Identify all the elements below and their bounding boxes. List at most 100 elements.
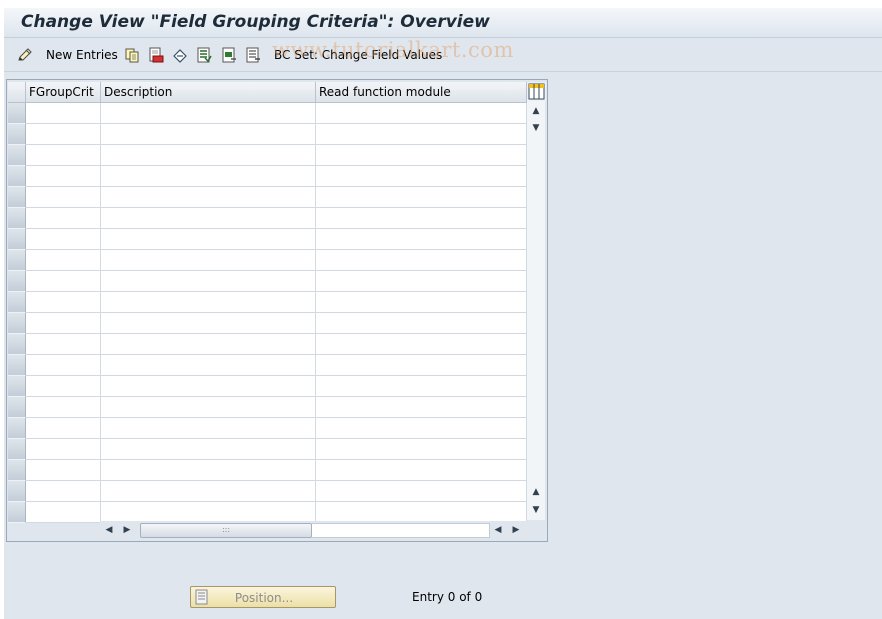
row-select-button[interactable] bbox=[8, 103, 26, 124]
table-cell[interactable] bbox=[26, 481, 101, 502]
table-cell[interactable] bbox=[316, 481, 527, 502]
column-header-description[interactable]: Description bbox=[101, 82, 316, 103]
table-cell[interactable] bbox=[26, 208, 101, 229]
table-cell[interactable] bbox=[316, 229, 527, 250]
row-select-button[interactable] bbox=[8, 208, 26, 229]
table-cell[interactable] bbox=[101, 397, 316, 418]
table-cell[interactable] bbox=[316, 418, 527, 439]
table-cell[interactable] bbox=[316, 334, 527, 355]
table-cell[interactable] bbox=[101, 250, 316, 271]
row-select-button[interactable] bbox=[8, 460, 26, 481]
vertical-scrollbar[interactable]: ▲ ▼ ▲ ▼ bbox=[527, 101, 545, 520]
select-block-icon[interactable] bbox=[221, 47, 237, 63]
table-cell[interactable] bbox=[26, 313, 101, 334]
undo-icon[interactable] bbox=[172, 47, 188, 63]
table-cell[interactable] bbox=[316, 355, 527, 376]
table-cell[interactable] bbox=[101, 439, 316, 460]
table-cell[interactable] bbox=[316, 187, 527, 208]
table-cell[interactable] bbox=[26, 187, 101, 208]
table-cell[interactable] bbox=[101, 292, 316, 313]
row-select-button[interactable] bbox=[8, 502, 26, 523]
position-button[interactable]: Position... bbox=[190, 586, 336, 608]
table-cell[interactable] bbox=[26, 502, 101, 523]
table-cell[interactable] bbox=[26, 439, 101, 460]
scroll-up-icon[interactable]: ▲ bbox=[527, 103, 545, 119]
table-cell[interactable] bbox=[316, 292, 527, 313]
table-cell[interactable] bbox=[101, 460, 316, 481]
table-cell[interactable] bbox=[316, 208, 527, 229]
table-cell[interactable] bbox=[316, 250, 527, 271]
table-cell[interactable] bbox=[316, 124, 527, 145]
scroll-page-up-icon[interactable]: ▲ bbox=[527, 484, 545, 500]
table-cell[interactable] bbox=[316, 439, 527, 460]
copy-icon[interactable] bbox=[124, 47, 140, 63]
table-cell[interactable] bbox=[101, 145, 316, 166]
table-cell[interactable] bbox=[316, 460, 527, 481]
table-cell[interactable] bbox=[101, 502, 316, 523]
scroll-track[interactable] bbox=[312, 523, 490, 538]
select-all-icon[interactable] bbox=[196, 47, 212, 63]
table-cell[interactable] bbox=[101, 103, 316, 124]
scroll-right-end-icon[interactable]: ▶ bbox=[509, 523, 523, 538]
row-select-button[interactable] bbox=[8, 376, 26, 397]
table-cell[interactable] bbox=[316, 376, 527, 397]
table-cell[interactable] bbox=[26, 355, 101, 376]
row-select-button[interactable] bbox=[8, 166, 26, 187]
row-select-button[interactable] bbox=[8, 271, 26, 292]
column-header-read-function-module[interactable]: Read function module bbox=[316, 82, 527, 103]
table-cell[interactable] bbox=[316, 166, 527, 187]
table-cell[interactable] bbox=[101, 418, 316, 439]
scroll-left-end-icon[interactable]: ◀ bbox=[491, 523, 505, 538]
table-cell[interactable] bbox=[26, 460, 101, 481]
row-select-button[interactable] bbox=[8, 292, 26, 313]
scroll-thumb[interactable]: ::: bbox=[140, 523, 312, 538]
table-cell[interactable] bbox=[316, 271, 527, 292]
row-select-button[interactable] bbox=[8, 250, 26, 271]
row-select-button[interactable] bbox=[8, 334, 26, 355]
table-cell[interactable] bbox=[316, 145, 527, 166]
table-cell[interactable] bbox=[101, 271, 316, 292]
scroll-page-down-icon[interactable]: ▼ bbox=[527, 120, 545, 136]
table-cell[interactable] bbox=[26, 124, 101, 145]
edit-pencil-icon[interactable] bbox=[17, 47, 33, 63]
row-select-button[interactable] bbox=[8, 313, 26, 334]
table-cell[interactable] bbox=[101, 481, 316, 502]
row-select-button[interactable] bbox=[8, 481, 26, 502]
row-select-button[interactable] bbox=[8, 124, 26, 145]
deselect-all-icon[interactable] bbox=[245, 47, 261, 63]
scroll-down-icon[interactable]: ▼ bbox=[527, 502, 545, 518]
table-cell[interactable] bbox=[26, 229, 101, 250]
table-cell[interactable] bbox=[101, 208, 316, 229]
table-cell[interactable] bbox=[101, 355, 316, 376]
row-select-button[interactable] bbox=[8, 145, 26, 166]
table-cell[interactable] bbox=[26, 166, 101, 187]
table-settings-icon[interactable] bbox=[527, 82, 546, 101]
horizontal-scrollbar[interactable]: ◀ ▶ ::: ◀ ▶ bbox=[100, 521, 527, 540]
table-cell[interactable] bbox=[101, 187, 316, 208]
table-cell[interactable] bbox=[26, 397, 101, 418]
select-all-rows-button[interactable] bbox=[8, 82, 26, 103]
table-cell[interactable] bbox=[26, 292, 101, 313]
row-select-button[interactable] bbox=[8, 418, 26, 439]
table-cell[interactable] bbox=[101, 313, 316, 334]
row-select-button[interactable] bbox=[8, 397, 26, 418]
row-select-button[interactable] bbox=[8, 187, 26, 208]
table-cell[interactable] bbox=[101, 166, 316, 187]
scroll-right-icon[interactable]: ▶ bbox=[120, 523, 134, 538]
table-cell[interactable] bbox=[26, 334, 101, 355]
table-cell[interactable] bbox=[26, 103, 101, 124]
table-cell[interactable] bbox=[316, 313, 527, 334]
table-cell[interactable] bbox=[26, 418, 101, 439]
table-cell[interactable] bbox=[316, 103, 527, 124]
scroll-left-icon[interactable]: ◀ bbox=[102, 523, 116, 538]
row-select-button[interactable] bbox=[8, 229, 26, 250]
table-cell[interactable] bbox=[316, 502, 527, 523]
delete-icon[interactable] bbox=[148, 47, 164, 63]
row-select-button[interactable] bbox=[8, 355, 26, 376]
table-cell[interactable] bbox=[101, 334, 316, 355]
table-cell[interactable] bbox=[316, 397, 527, 418]
column-header-fgroupcrit[interactable]: FGroupCrit bbox=[26, 82, 101, 103]
table-cell[interactable] bbox=[26, 376, 101, 397]
table-cell[interactable] bbox=[101, 124, 316, 145]
table-cell[interactable] bbox=[26, 271, 101, 292]
